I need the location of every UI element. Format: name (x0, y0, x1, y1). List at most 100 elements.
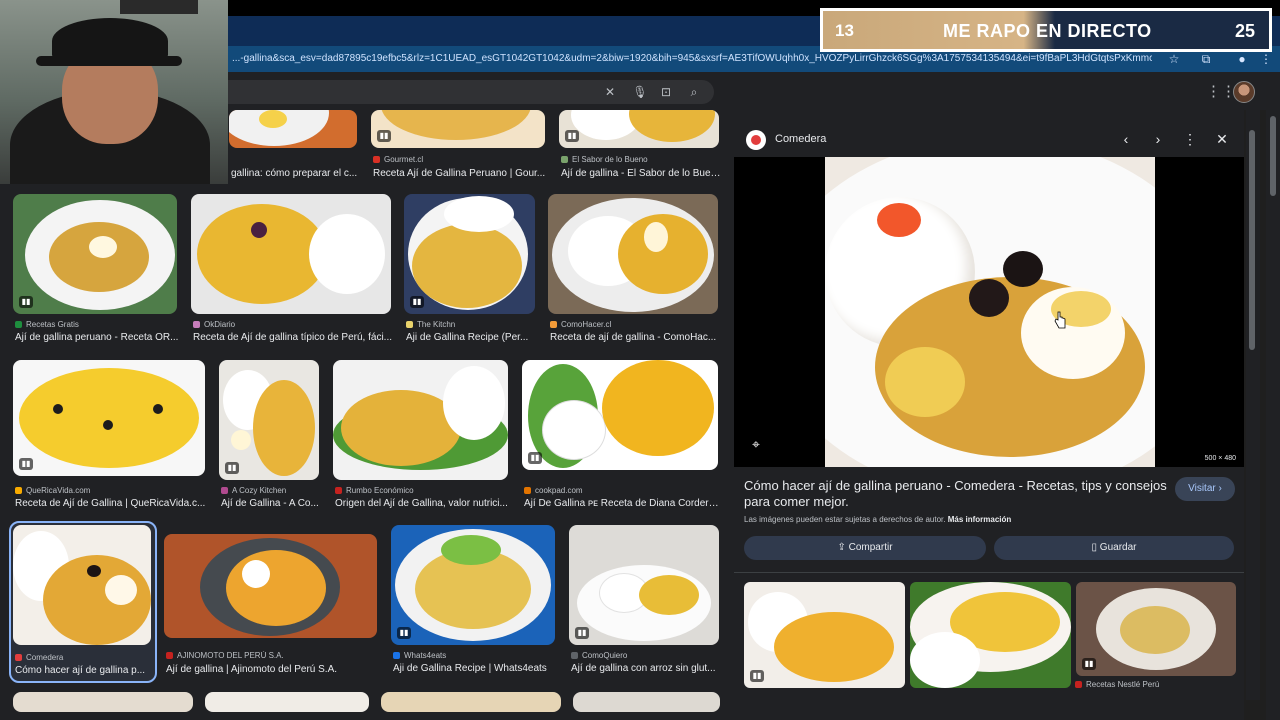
result-caption[interactable]: Ají De Gallina ᴘᴇ Receta de Diana Corder… (524, 498, 720, 512)
result-source: A Cozy Kitchen (221, 486, 321, 498)
url-text[interactable]: ...-gallina&sca_esv=dad87895c19efbc5&rlz… (232, 53, 1152, 64)
result-source: ComoHacer.cl (550, 320, 720, 332)
result-source: Rumbo Económico (335, 486, 510, 498)
next-icon[interactable]: › (1148, 129, 1168, 149)
result-thumbnail[interactable] (548, 194, 718, 314)
result-thumbnail[interactable]: ▮▮ (219, 360, 319, 480)
result-thumbnail[interactable] (229, 110, 357, 148)
save-button[interactable]: ▯ Guardar (994, 536, 1234, 560)
result-caption[interactable]: Ají de gallina - El Sabor de lo Bueno (561, 168, 721, 182)
video-badge-icon: ▮▮ (397, 627, 411, 639)
search-icon[interactable]: ⌕ (686, 84, 702, 100)
result-card-selected[interactable]: Comedera Cómo hacer ají de gallina p... (9, 521, 157, 683)
result-thumbnail[interactable]: ▮▮ (371, 110, 545, 148)
result-card[interactable]: ▮▮ Recetas Gratis Ají de gallina peruano… (13, 194, 179, 344)
result-card[interactable]: ComoHacer.cl Receta de ají de gallina - … (548, 194, 720, 344)
panel-scrollbar[interactable] (1246, 110, 1260, 700)
google-lens-icon[interactable]: ⌖ (746, 434, 766, 454)
close-icon[interactable]: ✕ (1212, 129, 1232, 149)
extensions-icon[interactable]: ⧉ (1198, 51, 1214, 67)
clear-icon[interactable]: ✕ (602, 84, 618, 100)
result-caption[interactable]: Receta Ají de Gallina Peruano | Gour... (373, 168, 547, 182)
visit-button[interactable]: Visitar › (1175, 477, 1235, 501)
result-source: Comedera (15, 653, 153, 665)
more-info-link[interactable]: Más información (948, 515, 1012, 524)
video-badge-icon: ▮▮ (750, 670, 764, 682)
result-caption[interactable]: Aji de Gallina Recipe (Per... (406, 332, 537, 346)
apps-grid-icon[interactable]: ⋮⋮⋮ (1206, 84, 1251, 100)
result-source-label: ComoHacer.cl (561, 320, 612, 329)
scrollbar-thumb[interactable] (1249, 130, 1255, 350)
site-logo-icon (746, 130, 766, 150)
scrollbar-thumb[interactable] (1270, 116, 1276, 196)
result-card[interactable]: AJINOMOTO DEL PERÚ S.A. Ají de gallina |… (164, 534, 379, 680)
result-card[interactable]: ▮▮ cookpad.com Ají De Gallina ᴘᴇ Receta … (522, 360, 720, 512)
result-caption[interactable]: Receta de Ají de gallina típico de Perú,… (193, 332, 393, 346)
camera-search-icon[interactable]: ⊡ (658, 84, 674, 100)
result-thumbnail[interactable] (573, 692, 720, 712)
result-thumbnail[interactable]: ▮▮ (559, 110, 719, 148)
result-caption[interactable]: Origen del Ají de Gallina, valor nutrici… (335, 498, 510, 512)
avatar[interactable] (1233, 81, 1255, 103)
save-label: Guardar (1099, 542, 1137, 553)
favicon-icon (15, 487, 22, 494)
result-thumbnail[interactable] (333, 360, 508, 480)
result-thumbnail[interactable]: ▮▮ (522, 360, 718, 470)
result-card[interactable]: ▮▮ El Sabor de lo Bueno Ají de gallina -… (559, 110, 721, 184)
preview-image[interactable] (825, 157, 1155, 467)
screen: gallina: cómo preparar el c... ▮▮ Gourme… (0, 0, 1280, 720)
result-thumbnail[interactable]: ▮▮ (391, 525, 555, 645)
related-image[interactable]: ▮▮ (1076, 582, 1236, 676)
result-caption[interactable]: Aji de Gallina Recipe | Whats4eats (393, 663, 557, 677)
star-icon[interactable]: ☆ (1166, 51, 1182, 67)
result-caption[interactable]: Ají de gallina | Ajinomoto del Perú S.A. (166, 664, 379, 678)
share-button[interactable]: ⇪ Compartir (744, 536, 986, 560)
result-card[interactable]: ▮▮ Gourmet.cl Receta Ají de Gallina Peru… (371, 110, 547, 184)
result-card[interactable]: ▮▮ ComoQuiero Ají de gallina con arroz s… (569, 525, 720, 680)
related-image[interactable] (910, 582, 1071, 688)
result-caption[interactable]: Ají de Gallina - A Co... (221, 498, 321, 512)
related-image[interactable]: ▮▮ (744, 582, 905, 688)
result-card[interactable]: gallina: cómo preparar el c... (229, 110, 359, 184)
result-source-label: The Kitchn (417, 320, 456, 329)
result-card[interactable]: Rumbo Económico Origen del Ají de Gallin… (333, 360, 510, 512)
result-thumbnail[interactable] (13, 692, 193, 712)
result-caption[interactable]: Receta de Ají de Gallina | QueRicaVida.c… (15, 498, 207, 512)
result-thumbnail[interactable] (381, 692, 561, 712)
previous-icon[interactable]: ‹ (1116, 129, 1136, 149)
profile-icon[interactable]: ● (1234, 51, 1250, 67)
result-card[interactable]: OkDiario Receta de Ají de gallina típico… (191, 194, 393, 344)
result-thumbnail[interactable] (205, 692, 369, 712)
visit-label: Visitar (1188, 483, 1216, 494)
result-card[interactable]: ▮▮ A Cozy Kitchen Ají de Gallina - A Co.… (219, 360, 321, 512)
result-source: ComoQuiero (571, 651, 721, 663)
microphone-icon[interactable]: 🎙 (632, 84, 648, 100)
result-thumbnail[interactable] (13, 525, 151, 645)
result-thumbnail[interactable]: ▮▮ (569, 525, 719, 645)
result-card[interactable]: ▮▮ QueRicaVida.com Receta de Ají de Gall… (13, 360, 207, 512)
result-thumbnail[interactable] (164, 534, 377, 638)
result-card[interactable]: ▮▮ The Kitchn Aji de Gallina Recipe (Per… (404, 194, 537, 344)
result-caption[interactable]: Cómo hacer ají de gallina p... (15, 665, 153, 679)
banner-title: ME RAPO EN DIRECTO (943, 21, 1152, 41)
result-caption[interactable]: Ají de gallina con arroz sin glut... (571, 663, 721, 677)
result-caption[interactable]: Receta de ají de gallina - ComoHac... (550, 332, 720, 346)
result-caption[interactable]: gallina: cómo preparar el c... (231, 168, 359, 182)
menu-icon[interactable]: ⋮ (1258, 51, 1274, 67)
result-thumbnail[interactable]: ▮▮ (13, 194, 177, 314)
banner-number: 25 (1234, 21, 1255, 41)
result-thumbnail[interactable]: ▮▮ (13, 360, 205, 476)
result-caption[interactable]: Ají de gallina peruano - Receta OR... (15, 332, 179, 346)
result-source-label: QueRicaVida.com (26, 486, 91, 495)
site-name[interactable]: Comedera (775, 133, 826, 145)
page-scrollbar[interactable] (1266, 110, 1280, 720)
result-source-label: OkDiario (204, 320, 236, 329)
result-thumbnail[interactable]: ▮▮ (404, 194, 535, 314)
result-card[interactable]: ▮▮ Whats4eats Aji de Gallina Recipe | Wh… (391, 525, 557, 680)
result-thumbnail[interactable] (191, 194, 391, 314)
panel-title[interactable]: Cómo hacer ají de gallina peruano - Come… (744, 478, 1174, 510)
favicon-icon (561, 156, 568, 163)
favicon-icon (373, 156, 380, 163)
result-source: Recetas Gratis (15, 320, 179, 332)
more-options-icon[interactable]: ⋮ (1180, 129, 1200, 149)
